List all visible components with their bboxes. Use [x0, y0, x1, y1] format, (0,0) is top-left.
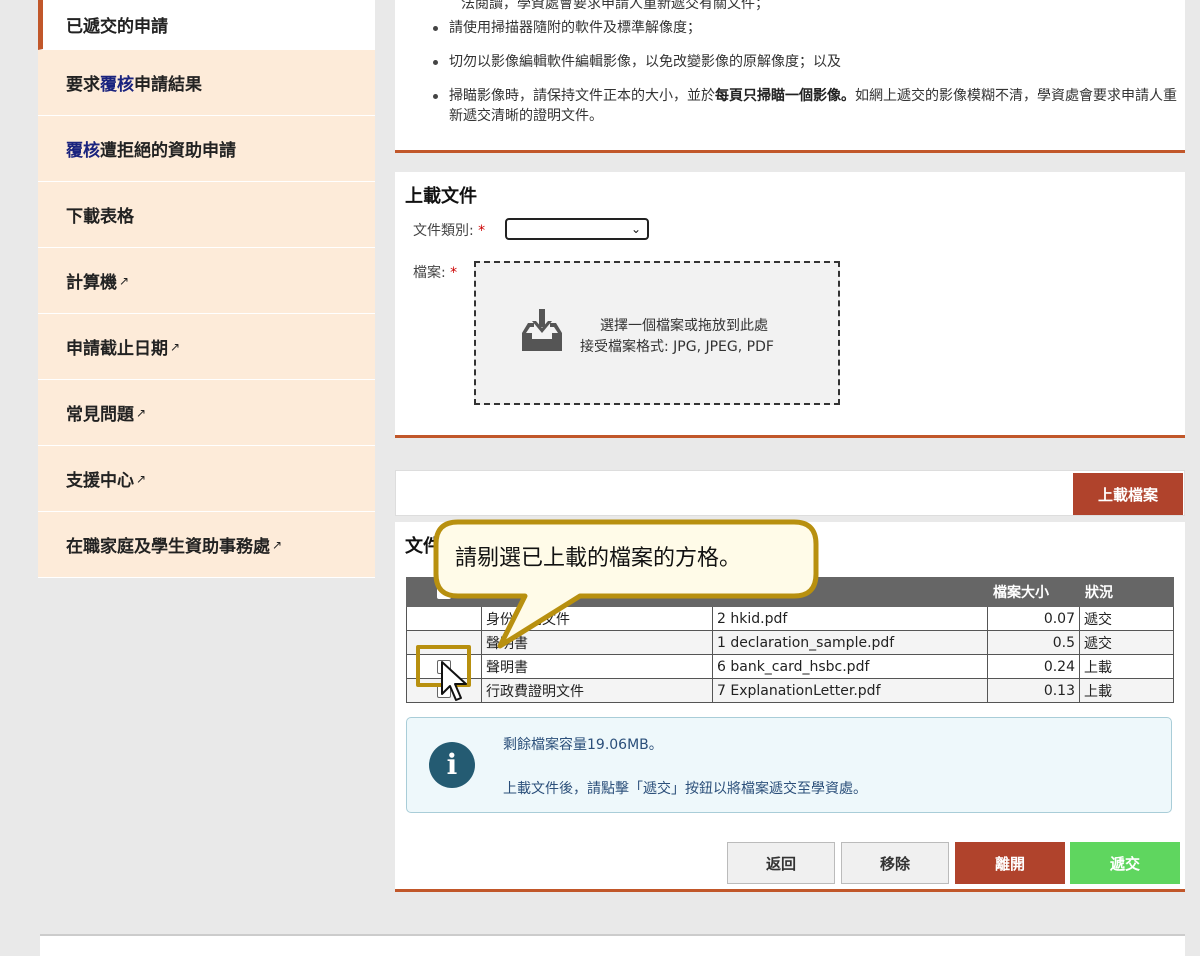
sidebar-item-deadlines[interactable]: 申請截止日期 ↗ [38, 314, 375, 380]
sidebar-item-label: 已遞交的申請 [66, 17, 168, 37]
instruction-list: 請使用掃描器隨附的軟件及標準解像度； 切勿以影像編輯軟件編輯影像，以免改變影像的… [425, 18, 1185, 140]
sidebar-item-label: 常見問題 [66, 405, 134, 425]
instruction-continued-text: 法閱讀，學資處會要求申請人重新遞交有關文件； [461, 0, 769, 12]
sidebar-item-review-rejected[interactable]: 覆核遭拒絕的資助申請 [38, 116, 375, 182]
cell-doc-type: 行政費證明文件 [481, 678, 713, 703]
sidebar-item-label: 下載表格 [66, 207, 134, 227]
instruction-callout: 請剔選已上載的檔案的方格。 [430, 518, 830, 653]
doc-type-select[interactable]: ⌄ [505, 218, 649, 240]
doc-type-label: 文件類別: * [413, 223, 486, 239]
sidebar-item-label: 申請截止日期 [66, 339, 168, 359]
upload-file-button[interactable]: 上載檔案 [1073, 473, 1183, 515]
upload-file-bar: 上載檔案 [395, 470, 1185, 516]
sidebar-item-label: 覆核遭拒絕的資助申請 [66, 141, 236, 161]
table-row: 聲明書 6 bank_card_hsbc.pdf 0.24 上載 [406, 654, 1174, 679]
drop-zone-formats: 接受檔案格式: JPG, JPEG, PDF [580, 339, 774, 355]
external-link-icon: ↗ [136, 405, 147, 420]
cell-doc-type: 聲明書 [481, 654, 713, 679]
sidebar-item-support-centre[interactable]: 支援中心 ↗ [38, 446, 375, 512]
sidebar-item-label: 計算機 [66, 273, 117, 293]
instructions-panel: 法閱讀，學資處會要求申請人重新遞交有關文件； 請使用掃描器隨附的軟件及標準解像度… [395, 0, 1185, 153]
upload-section-title: 上載文件 [405, 186, 477, 207]
cell-file-name: 6 bank_card_hsbc.pdf [712, 654, 988, 679]
sidebar-item-download-forms[interactable]: 下載表格 [38, 182, 375, 248]
sidebar-item-label: 支援中心 [66, 471, 134, 491]
sidebar-item-label: 在職家庭及學生資助事務處 [66, 537, 270, 557]
cell-status: 上載 [1079, 654, 1174, 679]
submit-button[interactable]: 遞交 [1070, 842, 1180, 884]
external-link-icon: ↗ [272, 537, 283, 552]
table-row: 行政費證明文件 7 ExplanationLetter.pdf 0.13 上載 [406, 678, 1174, 703]
submit-hint-text: 上載文件後，請點擊「遞交」按鈕以將檔案遞交至學資處。 [503, 781, 867, 797]
callout-bubble [433, 519, 819, 649]
sidebar-item-faq[interactable]: 常見問題 ↗ [38, 380, 375, 446]
info-icon: i [429, 742, 475, 788]
callout-text: 請剔選已上載的檔案的方格。 [455, 546, 742, 571]
sidebar-item-label: 要求覆核申請結果 [66, 75, 202, 95]
instruction-item: 切勿以影像編輯軟件編輯影像，以免改變影像的原解像度；以及 [425, 52, 1185, 72]
instruction-item: 請使用掃描器隨附的軟件及標準解像度； [425, 18, 1185, 38]
cell-file-size: 0.5 [987, 630, 1080, 655]
sidebar-item-submitted-applications[interactable]: 已遞交的申請 [38, 0, 375, 50]
drop-zone-instruction: 選擇一個檔案或拖放到此處 [600, 318, 768, 334]
sidebar-item-wfsfaa[interactable]: 在職家庭及學生資助事務處 ↗ [38, 512, 375, 578]
file-drop-zone[interactable]: 選擇一個檔案或拖放到此處 接受檔案格式: JPG, JPEG, PDF [474, 261, 840, 405]
page-footer [40, 934, 1185, 956]
chevron-down-icon: ⌄ [630, 222, 641, 236]
cell-status: 遞交 [1079, 606, 1174, 631]
cell-file-size: 0.07 [987, 606, 1080, 631]
sidebar-item-request-review[interactable]: 要求覆核申請結果 [38, 50, 375, 116]
instruction-item: 掃瞄影像時，請保持文件正本的大小，並於每頁只掃瞄一個影像。如網上遞交的影像模糊不… [425, 86, 1185, 126]
cell-file-size: 0.13 [987, 678, 1080, 703]
back-button[interactable]: 返回 [727, 842, 835, 884]
mouse-pointer-icon [441, 661, 467, 701]
external-link-icon: ↗ [136, 471, 147, 486]
remaining-capacity-text: 剩餘檔案容量19.06MB。 [503, 737, 663, 753]
upload-tray-icon [522, 309, 562, 351]
cell-status: 遞交 [1079, 630, 1174, 655]
sidebar-item-calculator[interactable]: 計算機 ↗ [38, 248, 375, 314]
external-link-icon: ↗ [119, 273, 130, 288]
sidebar: 已遞交的申請 要求覆核申請結果 覆核遭拒絕的資助申請 下載表格 計算機 ↗ 申請截… [38, 0, 375, 578]
cell-file-size: 0.24 [987, 654, 1080, 679]
cell-status: 上載 [1079, 678, 1174, 703]
remove-button[interactable]: 移除 [841, 842, 949, 884]
upload-panel: 上載文件 文件類別: * ⌄ 檔案: * 選擇一個檔案或拖放到此處 接受檔案格式… [395, 172, 1185, 438]
file-label: 檔案: * [413, 265, 458, 281]
column-header-file-size: 檔案大小 [987, 577, 1080, 607]
column-header-status: 狀況 [1079, 577, 1174, 607]
info-box: i 剩餘檔案容量19.06MB。 上載文件後，請點擊「遞交」按鈕以將檔案遞交至學… [406, 717, 1172, 813]
external-link-icon: ↗ [170, 339, 181, 354]
cell-file-name: 7 ExplanationLetter.pdf [712, 678, 988, 703]
leave-button[interactable]: 離開 [955, 842, 1065, 884]
